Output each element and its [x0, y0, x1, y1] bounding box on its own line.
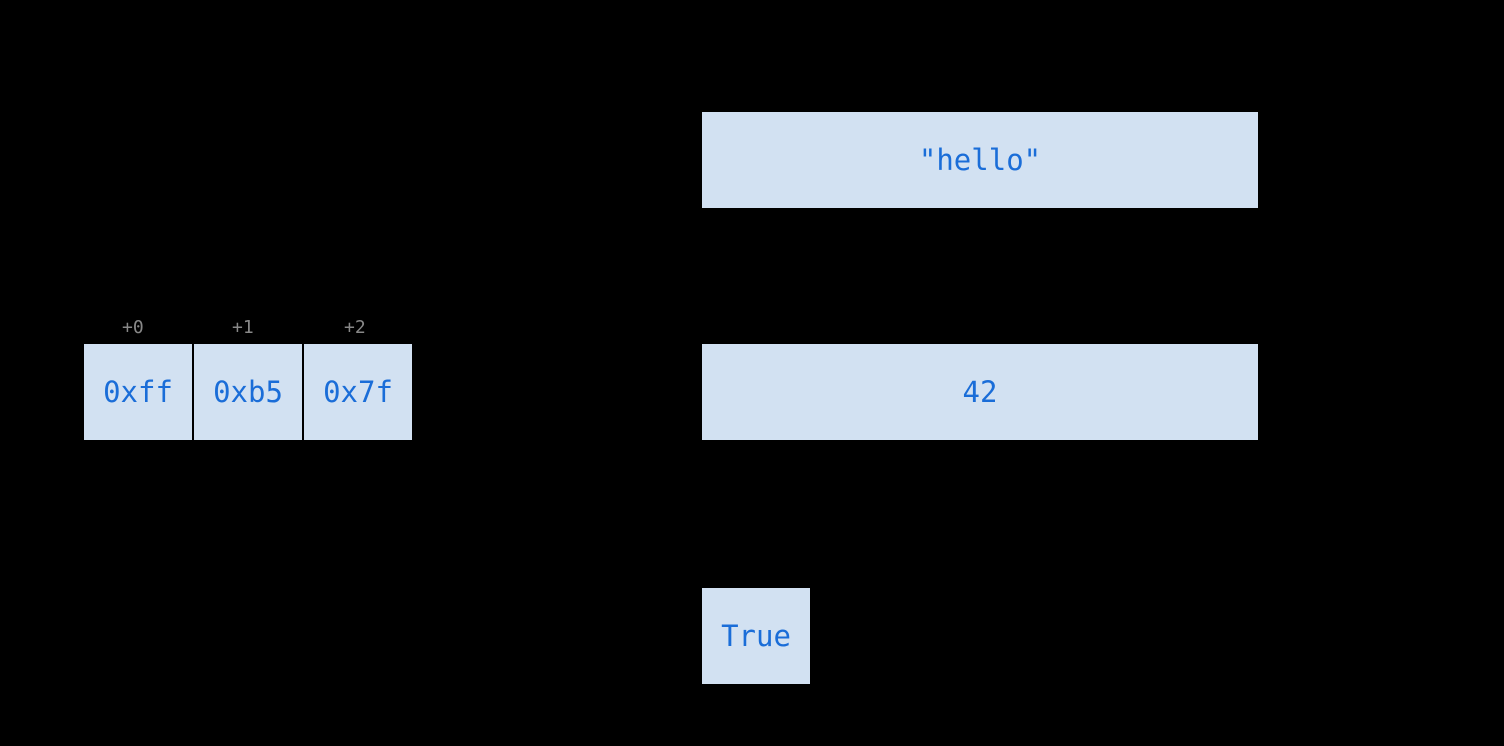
- int-object-box: 42: [700, 342, 1260, 442]
- int-object-value: 42: [963, 375, 998, 409]
- byte-value-2: 0x7f: [323, 375, 393, 409]
- byte-value-0: 0xff: [103, 375, 173, 409]
- byte-offset-0: +0: [122, 317, 144, 338]
- byte-offset-2: +2: [344, 317, 366, 338]
- byte-offset-1: +1: [232, 317, 254, 338]
- string-object-box: "hello": [700, 110, 1260, 210]
- byte-cell-2: 0x7f: [302, 342, 414, 442]
- bool-object-box: True: [700, 586, 812, 686]
- byte-cell-0: 0xff: [82, 342, 194, 442]
- byte-value-1: 0xb5: [213, 375, 283, 409]
- byte-cell-1: 0xb5: [192, 342, 304, 442]
- string-object-value: "hello": [919, 143, 1041, 177]
- bool-object-value: True: [721, 619, 791, 653]
